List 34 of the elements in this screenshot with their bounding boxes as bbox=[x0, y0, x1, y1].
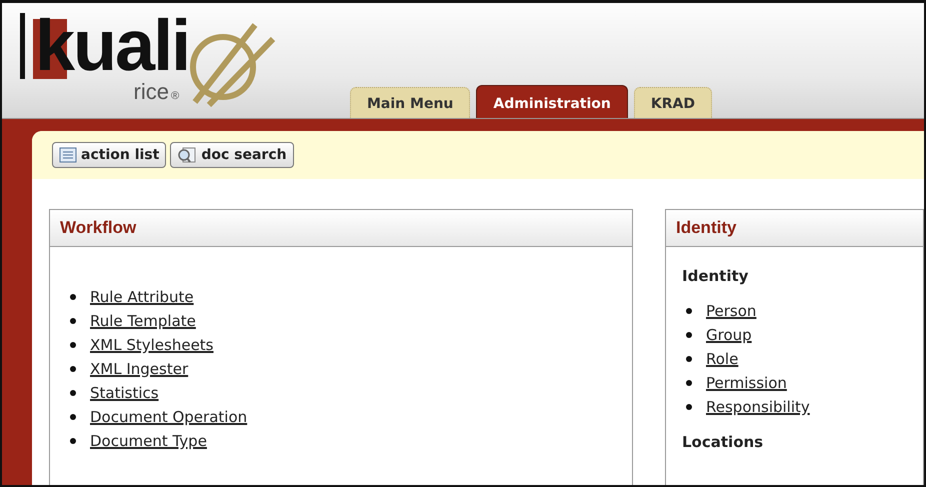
list-icon bbox=[59, 147, 77, 163]
bullet-icon bbox=[70, 438, 76, 444]
section-heading: Identity bbox=[682, 267, 750, 285]
bullet-icon bbox=[686, 380, 692, 386]
bullet-icon bbox=[686, 308, 692, 314]
menu-link[interactable]: Rule Attribute bbox=[90, 288, 194, 306]
section-heading: Locations bbox=[682, 433, 764, 451]
menu-link[interactable]: Statistics bbox=[90, 384, 159, 402]
nav-tab[interactable]: Administration bbox=[476, 85, 628, 118]
menu-link[interactable]: Permission bbox=[706, 374, 787, 392]
bullet-icon bbox=[70, 318, 76, 324]
bullet-icon bbox=[70, 390, 76, 396]
toolbar-button[interactable]: action list bbox=[52, 142, 166, 168]
nav-tab[interactable]: Main Menu bbox=[350, 87, 470, 118]
search-icon bbox=[177, 147, 198, 163]
menu-link[interactable]: Group bbox=[706, 326, 752, 344]
menu-link[interactable]: Person bbox=[706, 302, 756, 320]
nav-tab[interactable]: KRAD bbox=[634, 87, 712, 118]
bullet-icon bbox=[686, 332, 692, 338]
menu-link[interactable]: Rule Template bbox=[90, 312, 196, 330]
bullet-icon bbox=[686, 404, 692, 410]
menu-link[interactable]: Document Operation bbox=[90, 408, 248, 426]
bullet-icon bbox=[70, 366, 76, 372]
menu-link[interactable]: Role bbox=[706, 350, 738, 368]
menu-link[interactable]: Document Type bbox=[90, 432, 207, 450]
bullet-icon bbox=[686, 356, 692, 362]
logo-subtitle: rice® bbox=[134, 79, 180, 106]
bullet-icon bbox=[70, 294, 76, 300]
toolbar-button[interactable]: doc search bbox=[170, 142, 294, 168]
menu-link[interactable]: XML Stylesheets bbox=[90, 336, 214, 354]
menu-link[interactable]: Responsibility bbox=[706, 398, 810, 416]
bullet-icon bbox=[70, 414, 76, 420]
bullet-icon bbox=[70, 342, 76, 348]
menu-link[interactable]: XML Ingester bbox=[90, 360, 188, 378]
